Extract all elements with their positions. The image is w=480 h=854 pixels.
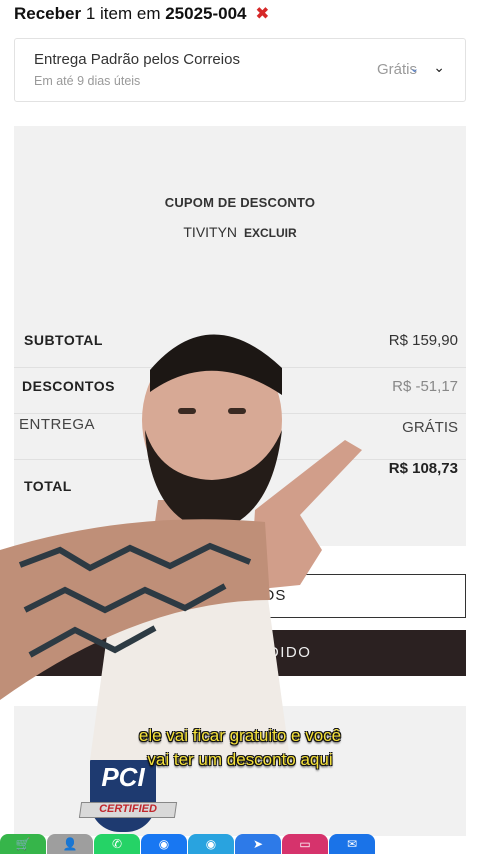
telegram-icon[interactable]: ➤ bbox=[235, 834, 281, 854]
badge-certified-text: CERTIFIED bbox=[99, 803, 157, 815]
header-prefix: Receber bbox=[14, 4, 82, 23]
share-bar: 🛒 👤 ✆ ◉ ◉ ➤ ▭ ✉ bbox=[0, 834, 480, 854]
chevron-down-icon[interactable]: ⌄ bbox=[433, 59, 445, 76]
products-button[interactable]: PRODUTOS bbox=[14, 574, 466, 618]
close-icon[interactable]: ✖ bbox=[255, 4, 269, 23]
total-label: TOTAL bbox=[24, 478, 72, 494]
message-icon[interactable]: ▭ bbox=[282, 834, 328, 854]
discount-value: R$ -51,17 bbox=[392, 378, 458, 395]
caption-line-1: ele vai ficar gratuito e você bbox=[138, 726, 342, 745]
discount-row: DESCONTOS R$ -51,17 bbox=[14, 368, 466, 414]
delivery-label: ENTREGA bbox=[19, 416, 96, 433]
user-icon[interactable]: 👤 bbox=[47, 834, 93, 854]
shipping-option-select[interactable]: Entrega Padrão pelos Correios Em até 9 d… bbox=[14, 38, 466, 102]
coupon-title: CUPOM DE DESCONTO bbox=[164, 195, 316, 210]
delivery-row: ENTREGA GRÁTIS bbox=[14, 414, 466, 460]
total-row: TOTAL R$ 108,73 bbox=[14, 460, 466, 506]
email-icon[interactable]: ✉ bbox=[329, 834, 375, 854]
header-zip: 25025-004 bbox=[165, 4, 247, 23]
order-summary-panel: CUPOM DE DESCONTO TIVITYN EXCLUIR SUBTOT… bbox=[14, 126, 466, 546]
delivery-value: GRÁTIS bbox=[402, 419, 458, 436]
header-item-count: 1 item em bbox=[85, 4, 161, 23]
caption-line-2: vai ter um desconto aqui bbox=[147, 750, 333, 769]
subtotal-row: SUBTOTAL R$ 159,90 bbox=[14, 322, 466, 368]
subtotal-value: R$ 159,90 bbox=[388, 332, 458, 349]
shipping-eta: Em até 9 dias úteis bbox=[34, 74, 141, 88]
checkout-button[interactable]: FECHAR PEDIDO bbox=[14, 630, 466, 676]
messenger-icon[interactable]: ◉ bbox=[141, 834, 187, 854]
blue-chevron-down-icon: ⌄ bbox=[409, 63, 419, 75]
whatsapp-icon[interactable]: ✆ bbox=[94, 834, 140, 854]
remove-coupon-link[interactable]: EXCLUIR bbox=[244, 226, 297, 240]
chat-icon[interactable]: ◉ bbox=[188, 834, 234, 854]
shipping-name: Entrega Padrão pelos Correios bbox=[34, 51, 240, 68]
coupon-code: TIVITYN bbox=[183, 224, 238, 240]
coupon-line: TIVITYN EXCLUIR bbox=[14, 224, 466, 240]
discount-label: DESCONTOS bbox=[22, 378, 115, 394]
cart-share-icon[interactable]: 🛒 bbox=[0, 834, 46, 854]
cart-header: Receber 1 item em 25025-004 ✖ bbox=[14, 4, 270, 24]
subtotal-label: SUBTOTAL bbox=[24, 332, 103, 348]
total-value: R$ 108,73 bbox=[388, 460, 458, 477]
